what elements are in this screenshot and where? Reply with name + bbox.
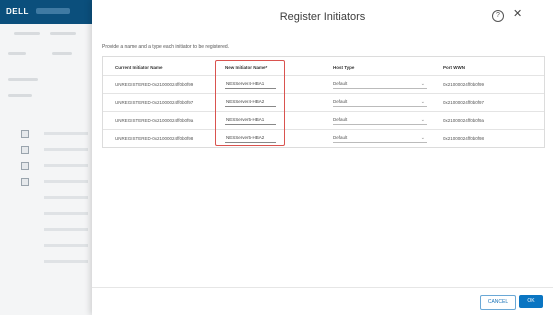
bg-heading bbox=[8, 94, 32, 97]
bg-row bbox=[44, 228, 88, 231]
chevron-down-icon: ⌄ bbox=[420, 81, 425, 87]
cancel-button[interactable]: CANCEL bbox=[480, 295, 516, 310]
bg-row bbox=[44, 212, 88, 215]
chevron-down-icon: ⌄ bbox=[420, 99, 425, 105]
bg-row bbox=[44, 148, 88, 151]
row-divider bbox=[103, 75, 544, 76]
host-type-value: Default bbox=[333, 81, 348, 86]
bg-tab bbox=[50, 32, 76, 35]
register-initiators-dialog: Register Initiators ? ✕ Provide a name a… bbox=[92, 0, 553, 315]
bg-row bbox=[44, 180, 88, 183]
host-type-value: Default bbox=[333, 117, 348, 122]
host-type-select[interactable]: Default ⌄ bbox=[333, 80, 427, 89]
column-header-host-type: Host Type bbox=[333, 65, 355, 70]
column-header-port-wwn: Port WWN bbox=[443, 65, 465, 70]
host-type-select[interactable]: Default ⌄ bbox=[333, 116, 427, 125]
row-divider bbox=[103, 111, 544, 112]
host-type-select[interactable]: Default ⌄ bbox=[333, 134, 427, 143]
app-name-placeholder bbox=[36, 8, 70, 14]
bg-tab bbox=[52, 52, 72, 55]
current-initiator-name: UNREGISTERED-0x21000024ff0b0f99 bbox=[115, 82, 194, 87]
dialog-description: Provide a name and a type each initiator… bbox=[102, 44, 230, 50]
bg-tab bbox=[14, 32, 40, 35]
row-divider bbox=[103, 93, 544, 94]
ok-button[interactable]: OK bbox=[519, 295, 543, 308]
help-icon[interactable]: ? bbox=[492, 10, 504, 22]
bg-tab bbox=[8, 52, 26, 55]
column-header-current-name: Current Initiator Name bbox=[115, 65, 163, 70]
bg-checkbox bbox=[21, 178, 29, 186]
chevron-down-icon: ⌄ bbox=[420, 135, 425, 141]
host-type-value: Default bbox=[333, 135, 348, 140]
bg-checkbox bbox=[21, 146, 29, 154]
footer-divider bbox=[92, 287, 553, 288]
bg-row bbox=[44, 196, 88, 199]
bg-checkbox bbox=[21, 162, 29, 170]
dialog-title: Register Initiators bbox=[279, 11, 366, 23]
port-wwn: 0x21000024ff0b0f98 bbox=[443, 136, 484, 141]
current-initiator-name: UNREGISTERED-0x21000024ff0b0f98 bbox=[115, 136, 194, 141]
dell-logo: DELL bbox=[6, 7, 29, 16]
new-name-column-highlight bbox=[215, 60, 285, 146]
current-initiator-name: UNREGISTERED-0x21000024ff0b0f97 bbox=[115, 100, 194, 105]
bg-row bbox=[44, 132, 88, 135]
bg-checkbox bbox=[21, 130, 29, 138]
port-wwn: 0x21000024ff0b0f9a bbox=[443, 118, 484, 123]
bg-row bbox=[44, 260, 88, 263]
bg-heading bbox=[8, 78, 38, 81]
chevron-down-icon: ⌄ bbox=[420, 117, 425, 123]
bg-row bbox=[44, 244, 88, 247]
current-initiator-name: UNREGISTERED-0x21000024ff0b0f9a bbox=[115, 118, 194, 123]
host-type-select[interactable]: Default ⌄ bbox=[333, 98, 427, 107]
port-wwn: 0x21000024ff0b0f97 bbox=[443, 100, 484, 105]
initiators-table: Current Initiator Name New Initiator Nam… bbox=[102, 56, 545, 148]
host-type-value: Default bbox=[333, 99, 348, 104]
port-wwn: 0x21000024ff0b0f99 bbox=[443, 82, 484, 87]
close-icon[interactable]: ✕ bbox=[513, 8, 522, 20]
row-divider bbox=[103, 129, 544, 130]
background-page bbox=[0, 24, 92, 315]
bg-row bbox=[44, 164, 88, 167]
